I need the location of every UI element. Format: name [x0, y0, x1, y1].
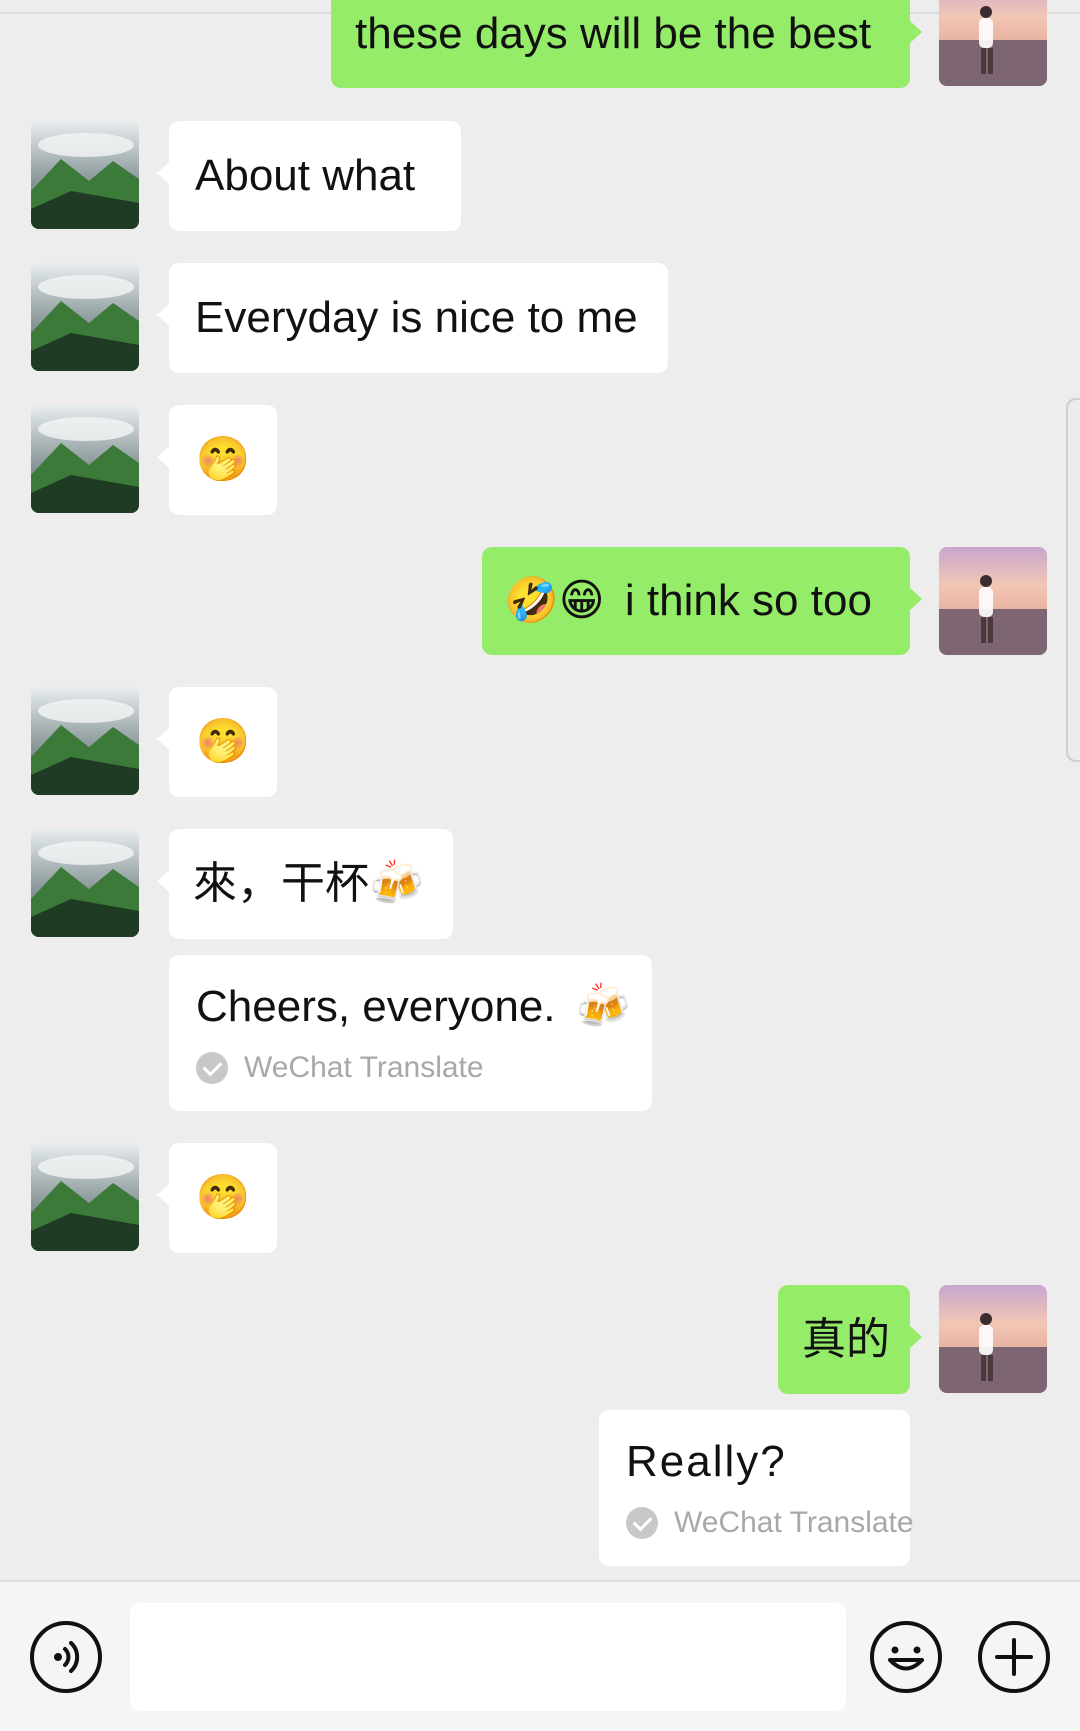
- voice-button[interactable]: [30, 1621, 102, 1693]
- message-bubble-incoming[interactable]: 🤭: [157, 1143, 277, 1253]
- my-avatar[interactable]: [939, 1285, 1047, 1393]
- message-bubble-outgoing[interactable]: 🤣😁 i think so too: [482, 547, 922, 655]
- message-text: About what: [195, 151, 416, 200]
- emoji: 🤭: [195, 435, 251, 484]
- emoji-smiley-icon: [888, 1646, 924, 1671]
- beach-sunset-avatar: [939, 1285, 1047, 1393]
- translation-card[interactable]: Really? WeChat Translate: [599, 1410, 914, 1566]
- translation-label: WeChat Translate: [674, 1506, 914, 1539]
- translation-source: WeChat Translate: [626, 1506, 914, 1540]
- beach-sunset-avatar: [939, 0, 1047, 86]
- my-avatar[interactable]: [939, 547, 1047, 655]
- mountain-landscape-avatar: [31, 121, 139, 229]
- message-text: 來，干杯: [193, 859, 369, 908]
- input-toolbar: [0, 1580, 1080, 1731]
- scrollbar-handle[interactable]: [1066, 398, 1080, 762]
- translation-label: WeChat Translate: [244, 1051, 484, 1084]
- chat-history[interactable]: these days will be the best About what E…: [0, 0, 1080, 1580]
- check-circle-icon: [196, 1052, 228, 1084]
- mountain-landscape-avatar: [31, 829, 139, 937]
- mountain-landscape-avatar: [31, 405, 139, 513]
- emoji: 🤭: [195, 1173, 251, 1222]
- message-bubble-incoming[interactable]: 🤭: [157, 687, 277, 797]
- contact-avatar[interactable]: [31, 121, 139, 229]
- more-button[interactable]: [978, 1621, 1050, 1693]
- translation-row: Cheers, everyone. 🍻: [196, 977, 631, 1037]
- contact-avatar[interactable]: [31, 263, 139, 371]
- message-bubble-incoming[interactable]: 🤭: [157, 405, 277, 515]
- contact-avatar[interactable]: [31, 405, 139, 513]
- voice-input-icon: [54, 1641, 80, 1673]
- emoji-button[interactable]: [870, 1621, 942, 1693]
- beer-emoji: 🍻: [369, 859, 424, 908]
- message-bubble-outgoing[interactable]: these days will be the best: [331, 0, 922, 88]
- mountain-landscape-avatar: [31, 687, 139, 795]
- message-bubble-incoming[interactable]: 來，干杯🍻: [157, 829, 453, 939]
- translation-text: Really?: [626, 1437, 787, 1486]
- beer-emoji: 🍻: [575, 982, 631, 1031]
- emoji: 🤣😁: [504, 576, 605, 625]
- contact-avatar[interactable]: [31, 829, 139, 937]
- translation-source: WeChat Translate: [196, 1051, 625, 1085]
- my-avatar[interactable]: [939, 0, 1047, 86]
- message-text: these days will be the best: [355, 9, 872, 58]
- message-text: Everyday is nice to me: [195, 293, 638, 342]
- check-circle-icon: [626, 1507, 658, 1539]
- message-bubble-incoming[interactable]: Everyday is nice to me: [157, 263, 668, 373]
- translation-card[interactable]: Cheers, everyone. 🍻 WeChat Translate: [169, 955, 652, 1111]
- mountain-landscape-avatar: [31, 1143, 139, 1251]
- message-text: i think so too: [624, 576, 872, 625]
- emoji: 🤭: [195, 717, 251, 766]
- message-bubble-incoming[interactable]: About what: [157, 121, 461, 231]
- mountain-landscape-avatar: [31, 263, 139, 371]
- translation-text: Cheers, everyone.: [196, 982, 556, 1031]
- add-plus-icon: [995, 1638, 1033, 1676]
- message-input[interactable]: [130, 1603, 846, 1711]
- message-bubble-outgoing[interactable]: 真的: [778, 1285, 922, 1394]
- beach-sunset-avatar: [939, 547, 1047, 655]
- contact-avatar[interactable]: [31, 687, 139, 795]
- message-text: 真的: [802, 1315, 890, 1364]
- contact-avatar[interactable]: [31, 1143, 139, 1251]
